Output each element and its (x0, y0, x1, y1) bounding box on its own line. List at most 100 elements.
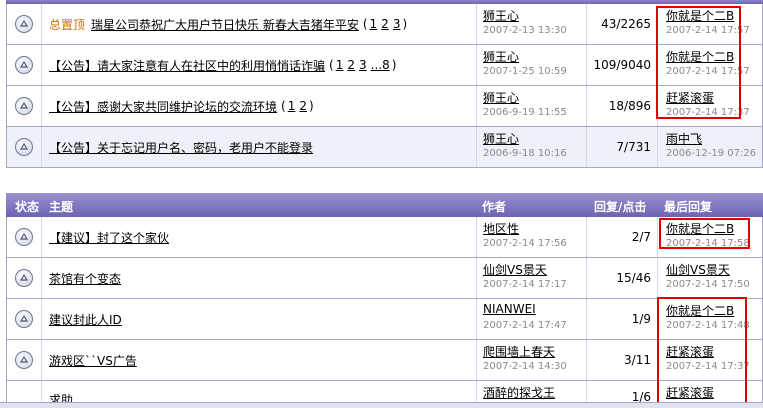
last-reply-user-link[interactable]: 你就是个二B (666, 220, 734, 237)
status-cell (7, 217, 42, 257)
post-date: 2007-1-25 10:59 (483, 66, 567, 77)
last-reply-cell: 仙剑VS景天 2007-2-14 17:50 (658, 258, 762, 298)
status-cell (7, 381, 42, 404)
page-link[interactable]: ...8 (371, 58, 390, 72)
topic-status-icon[interactable] (15, 228, 33, 246)
last-reply-user-link[interactable]: 你就是个二B (666, 7, 734, 24)
count-cell: 2/7 (587, 217, 658, 257)
last-reply-cell: 赶紧滚蛋 2007-2-14 17:37 (658, 86, 762, 126)
topic-list-header: 状态 主题 作者 回复/点击 最后回复 (6, 193, 763, 217)
author-link[interactable]: 狮王心 (483, 89, 519, 106)
author-cell: 狮王心 2006-9-19 11:55 (477, 86, 587, 126)
last-reply-cell: 你就是个二B 2007-2-14 17:57 (658, 4, 762, 44)
last-reply-date: 2007-2-14 17:57 (666, 66, 750, 77)
last-reply-user-link[interactable]: 赶紧滚蛋 (666, 384, 714, 401)
last-reply-cell: 你就是个二B 2007-2-14 17:58 (658, 217, 762, 257)
last-reply-date: 2007-2-14 17:48 (666, 320, 750, 331)
table-row: 茶馆有个变态 仙剑VS景天 2007-2-14 17:17 15/46 仙剑VS… (7, 258, 762, 299)
author-link[interactable]: 狮王心 (483, 130, 519, 147)
author-cell: 狮王心 2006-9-18 10:16 (477, 127, 587, 167)
author-cell: 仙剑VS景天 2007-2-14 17:17 (477, 258, 587, 298)
author-link[interactable]: 狮王心 (483, 48, 519, 65)
page-link[interactable]: 2 (299, 99, 307, 113)
post-date: 2006-9-18 10:16 (483, 148, 567, 159)
page-link[interactable]: 1 (370, 17, 378, 31)
topic-status-icon[interactable] (15, 310, 33, 328)
table-row: 【公告】关于忘记用户名、密码，老用户不能登录 狮王心 2006-9-18 10:… (7, 127, 762, 168)
topic-status-icon[interactable] (15, 269, 33, 287)
author-cell: 酒醉的探戈王 (477, 381, 587, 404)
count-cell: 7/731 (587, 127, 658, 167)
table-row: 建议封此人ID NIANWEI 2007-2-14 17:47 1/9 你就是个… (7, 299, 762, 340)
topic-title-link[interactable]: 茶馆有个变态 (49, 270, 121, 287)
pinned-topics-table: 总置顶 瑞星公司恭祝广大用户节日快乐 新春大吉猪年平安 (1 2 3) 狮王心 20… (6, 4, 763, 168)
last-reply-date: 2007-2-14 17:50 (666, 279, 750, 290)
author-cell: 狮王心 2007-2-13 13:30 (477, 4, 587, 44)
horizontal-scrollbar[interactable] (0, 402, 763, 408)
topic-cell: 茶馆有个变态 (42, 258, 477, 298)
page-link[interactable]: 3 (393, 17, 401, 31)
header-replies: 回复/点击 (594, 200, 647, 214)
topic-title-link[interactable]: 瑞星公司恭祝广大用户节日快乐 新春大吉猪年平安 (91, 16, 359, 33)
count-cell: 1/6 (587, 381, 658, 404)
author-link[interactable]: 地区性 (483, 220, 519, 237)
last-reply-date: 2006-12-19 07:26 (666, 148, 757, 159)
post-date: 2007-2-14 17:56 (483, 238, 567, 249)
author-link[interactable]: 爬围墙上春天 (483, 343, 555, 360)
last-reply-cell: 赶紧滚蛋 (658, 381, 762, 404)
topic-title-link[interactable]: 【建议】封了这个家伙 (49, 229, 169, 246)
last-reply-user-link[interactable]: 仙剑VS景天 (666, 261, 730, 278)
last-reply-user-link[interactable]: 赶紧滚蛋 (666, 89, 714, 106)
page-link[interactable]: 2 (381, 17, 389, 31)
topic-status-icon[interactable] (15, 56, 33, 74)
page-link[interactable]: 3 (359, 58, 367, 72)
topic-cell: 【公告】感谢大家共同维护论坛的交流环境 (1 2) (42, 86, 477, 126)
topic-title-link[interactable]: 【公告】关于忘记用户名、密码，老用户不能登录 (49, 139, 313, 156)
status-cell (7, 4, 42, 44)
last-reply-user-link[interactable]: 你就是个二B (666, 48, 734, 65)
last-reply-user-link[interactable]: 雨中飞 (666, 130, 702, 147)
page-links: (1 2) (281, 99, 314, 113)
last-reply-cell: 你就是个二B 2007-2-14 17:48 (658, 299, 762, 339)
status-cell (7, 127, 42, 167)
topic-status-icon[interactable] (15, 138, 33, 156)
table-row: 【公告】感谢大家共同维护论坛的交流环境 (1 2) 狮王心 2006-9-19 1… (7, 86, 762, 127)
topic-cell: 求助 (42, 381, 477, 407)
page-link[interactable]: 1 (336, 58, 344, 72)
topic-cell: 【公告】关于忘记用户名、密码，老用户不能登录 (42, 127, 477, 167)
last-reply-user-link[interactable]: 你就是个二B (666, 302, 734, 319)
topic-title-link[interactable]: 【公告】请大家注意有人在社区中的利用悄悄话诈骗 (49, 57, 325, 74)
author-link[interactable]: 狮王心 (483, 7, 519, 24)
topic-status-icon[interactable] (15, 351, 33, 369)
author-cell: NIANWEI 2007-2-14 17:47 (477, 299, 587, 339)
topic-title-link[interactable]: 游戏区``VS广告 (49, 352, 137, 369)
topic-cell: 建议封此人ID (42, 299, 477, 339)
count-cell: 43/2265 (587, 4, 658, 44)
table-row: 【建议】封了这个家伙 地区性 2007-2-14 17:56 2/7 你就是个二… (7, 217, 762, 258)
topic-cell: 【建议】封了这个家伙 (42, 217, 477, 257)
author-link[interactable]: 仙剑VS景天 (483, 261, 547, 278)
header-last-reply: 最后回复 (664, 200, 713, 214)
post-date: 2007-2-14 14:30 (483, 361, 567, 372)
last-reply-date: 2007-2-14 17:57 (666, 25, 750, 36)
author-link[interactable]: NIANWEI (483, 302, 536, 316)
count-cell: 1/9 (587, 299, 658, 339)
last-reply-user-link[interactable]: 赶紧滚蛋 (666, 343, 714, 360)
topic-title-link[interactable]: 建议封此人ID (49, 311, 122, 328)
page-link[interactable]: 2 (347, 58, 355, 72)
status-cell (7, 299, 42, 339)
topic-title-link[interactable]: 【公告】感谢大家共同维护论坛的交流环境 (49, 98, 277, 115)
author-link[interactable]: 酒醉的探戈王 (483, 384, 555, 401)
post-date: 2007-2-14 17:17 (483, 279, 567, 290)
header-status: 状态 (15, 200, 40, 214)
author-cell: 地区性 2007-2-14 17:56 (477, 217, 587, 257)
topic-status-icon[interactable] (15, 15, 33, 33)
topics-table: 【建议】封了这个家伙 地区性 2007-2-14 17:56 2/7 你就是个二… (6, 217, 763, 407)
last-reply-cell: 雨中飞 2006-12-19 07:26 (658, 127, 762, 167)
count-cell: 3/11 (587, 340, 658, 380)
page-link[interactable]: 1 (288, 99, 296, 113)
topic-status-icon[interactable] (15, 97, 33, 115)
page-links: (1 2 3 ...8) (329, 58, 397, 72)
topic-cell: 总置顶 瑞星公司恭祝广大用户节日快乐 新春大吉猪年平安 (1 2 3) (42, 4, 477, 44)
last-reply-date: 2007-2-14 17:58 (666, 238, 750, 249)
